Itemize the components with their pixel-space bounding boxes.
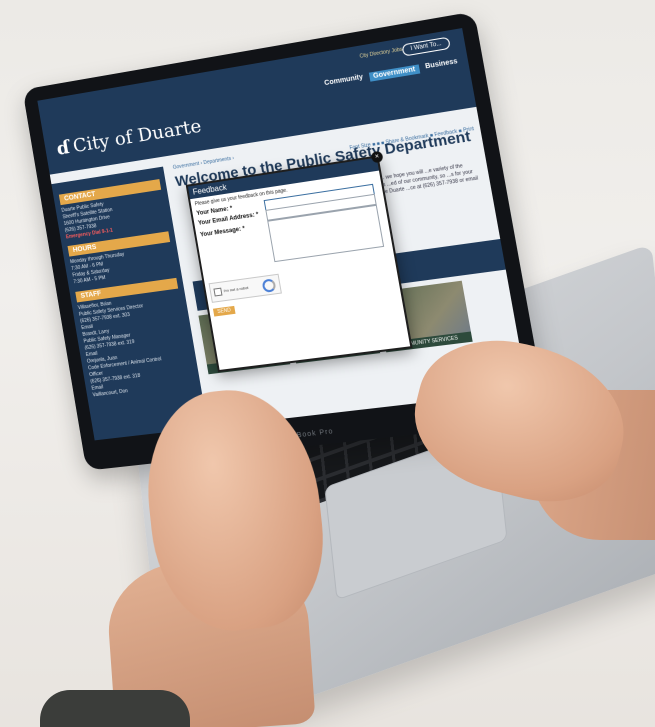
recaptcha-icon <box>262 278 277 293</box>
message-label: Your Message: * <box>200 226 246 238</box>
captcha-label: I'm not a robot <box>223 285 249 293</box>
nav-item-government[interactable]: Government <box>368 64 420 81</box>
nav-item-business[interactable]: Business <box>425 58 459 72</box>
feedback-modal: × Feedback Please give us your feedback … <box>186 155 413 372</box>
captcha-widget: I'm not a robot <box>209 274 282 303</box>
send-button[interactable]: SEND <box>213 306 236 317</box>
i-want-to-button[interactable]: I Want To... <box>401 37 450 57</box>
name-label: Your Name: * <box>196 206 233 217</box>
main-nav: Community Government Business <box>324 58 459 89</box>
captcha-checkbox[interactable] <box>213 288 222 297</box>
city-seal-icon: ɗ <box>55 137 71 160</box>
logo-text: City of Duarte <box>71 115 203 157</box>
site-logo[interactable]: ɗCity of Duarte <box>55 115 203 160</box>
nav-item-community[interactable]: Community <box>324 74 364 89</box>
utility-links[interactable]: City Directory Jobs <box>359 47 403 60</box>
photo-scene: City Directory Jobs I Want To... Communi… <box>0 0 655 727</box>
sleeve <box>40 690 190 727</box>
